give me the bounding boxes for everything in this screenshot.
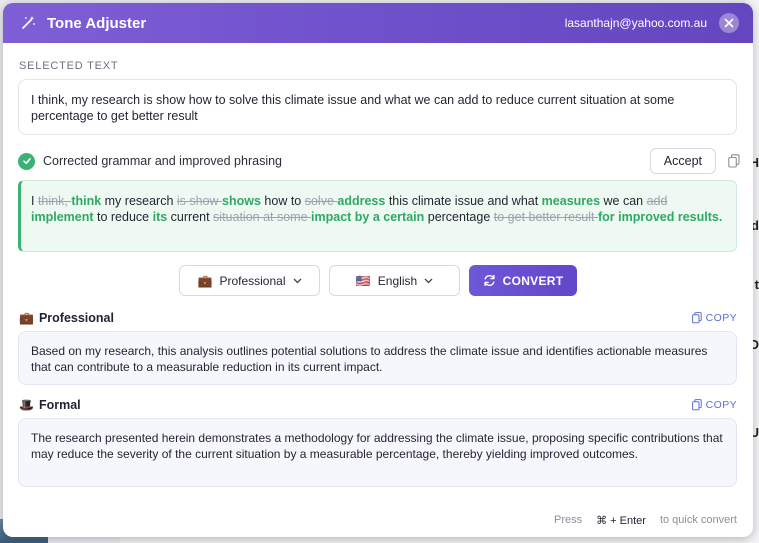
check-circle-icon [18,152,35,170]
deleted-text: situation at some [213,210,312,224]
shortcut-hint: Press ⌘ + Enter to quick convert [554,514,737,527]
shortcut-press-text: Press [554,514,583,526]
selected-text-box[interactable]: I think, my research is show how to solv… [18,79,737,135]
tone-select[interactable]: 💼 Professional [179,265,320,296]
briefcase-icon: 💼 [197,273,213,288]
deleted-text: is show [176,194,223,208]
refresh-icon [484,274,495,287]
correction-status-text: Corrected grammar and improved phrasing [43,154,282,168]
inserted-text: think [71,194,102,208]
professional-result-title: Professional [38,311,114,325]
inserted-text: address [337,194,386,208]
unchanged-text: percentage [424,210,494,224]
app-title: Tone Adjuster [47,14,147,32]
deleted-text: add [646,194,668,208]
copy-formal-button[interactable]: COPY [691,399,737,411]
close-button[interactable] [719,13,739,33]
shortcut-hint-text: to quick convert [659,514,737,526]
unchanged-text: we can [600,194,647,208]
briefcase-icon: 💼 [19,311,34,325]
selected-text-label: SELECTED TEXT [19,60,119,72]
us-flag-icon: 🇺🇸 [355,273,371,288]
deleted-text: solve [304,194,338,208]
formal-result-text[interactable]: The research presented herein demonstrat… [18,418,737,487]
language-select-value: English [377,273,418,288]
unchanged-text: my research [101,194,177,208]
chevron-down-icon [424,278,433,283]
unchanged-text: I [31,194,38,208]
top-hat-icon: 🎩 [19,398,34,412]
convert-button-label: CONVERT [502,273,564,288]
unchanged-text: how to [260,194,305,208]
background-glyph: t [754,277,759,292]
conversion-controls: 💼 Professional 🇺🇸 English CONVERT [3,265,753,297]
copy-label: COPY [705,399,737,411]
tone-adjuster-window: Tone Adjuster lasanthajn@yahoo.com.au SE… [3,3,753,537]
shortcut-keys: ⌘ + Enter [596,515,646,527]
language-select[interactable]: 🇺🇸 English [329,265,460,296]
inserted-text: implement [31,210,94,224]
professional-result-header: 💼 Professional COPY [19,309,737,327]
user-email: lasanthajn@yahoo.com.au [564,16,707,30]
unchanged-text: this climate issue and what [385,194,542,208]
formal-result-header: 🎩 Formal COPY [19,396,737,414]
convert-button[interactable]: CONVERT [469,265,577,296]
corrected-text-diff: I think, think my research is show shows… [18,180,737,252]
correction-status-row: Corrected grammar and improved phrasing … [18,148,742,174]
copy-icon [691,312,702,324]
copy-icon [691,399,702,411]
inserted-text: measures [541,194,601,208]
copy-label: COPY [705,312,737,324]
copy-icon[interactable] [726,153,742,169]
tone-select-value: Professional [219,273,286,288]
close-icon [724,18,734,28]
deleted-text: think, [37,194,72,208]
inserted-text: for improved results. [598,210,723,224]
inserted-text: its [152,210,168,224]
formal-result-title: Formal [38,398,81,412]
inserted-text: impact by a certain [311,210,425,224]
inserted-text: shows [222,194,261,208]
deleted-text: to get better result [493,210,598,224]
unchanged-text: to reduce [93,210,153,224]
title-bar: Tone Adjuster lasanthajn@yahoo.com.au [3,3,753,43]
unchanged-text: current [167,210,214,224]
accept-button[interactable]: Accept [649,148,716,174]
copy-professional-button[interactable]: COPY [691,312,737,324]
magic-wand-icon [17,12,39,34]
professional-result-text[interactable]: Based on my research, this analysis outl… [18,331,737,385]
chevron-down-icon [293,278,301,283]
